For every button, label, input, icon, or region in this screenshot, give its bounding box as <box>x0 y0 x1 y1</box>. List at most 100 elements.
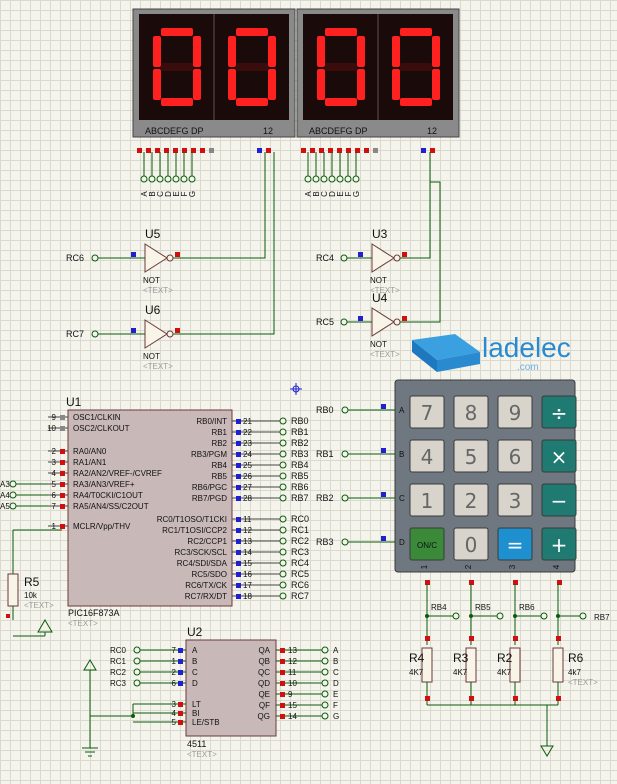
keypad-key[interactable]: ON/C <box>409 527 445 561</box>
resistor-r5[interactable]: R5 10k <TEXT> <box>6 529 62 637</box>
seven-segment-displays[interactable]: ABCDEFG DP 12A B C D E F GABCDEFG DP 12A B C D E F G <box>132 8 460 197</box>
not-gate-u4[interactable]: U4 RC5 NOT<TEXT> <box>316 291 407 359</box>
terminal-icon[interactable] <box>279 515 287 523</box>
terminal-icon[interactable] <box>279 472 287 480</box>
terminal-icon[interactable] <box>304 175 312 183</box>
keypad-key[interactable]: 1 <box>409 483 445 517</box>
not-gate-u3[interactable]: U3RC4NOT<TEXT> <box>316 227 407 295</box>
terminal-icon[interactable] <box>279 548 287 556</box>
terminal-icon[interactable] <box>172 175 180 183</box>
decoder-u2[interactable]: U2 4511 <TEXT> RC0 7 A RC1 1 B RC2 2 C RC3 6 D 3 LT 4 B… <box>82 625 339 759</box>
pin-marker <box>236 517 241 522</box>
terminal-icon[interactable] <box>91 330 99 338</box>
terminal-icon[interactable] <box>341 450 349 458</box>
terminal-icon[interactable] <box>156 175 164 183</box>
keypad-key[interactable]: − <box>541 483 577 517</box>
terminal-icon[interactable] <box>9 502 17 510</box>
key-label: 9 <box>509 401 522 425</box>
terminal-icon[interactable] <box>279 570 287 578</box>
keypad-key[interactable]: 9 <box>497 395 533 429</box>
keypad-key[interactable]: 5 <box>453 439 489 473</box>
keypad-key[interactable]: + <box>541 527 577 561</box>
terminal-icon[interactable] <box>279 526 287 534</box>
terminal-icon[interactable] <box>9 480 17 488</box>
terminal-icon[interactable] <box>279 450 287 458</box>
terminal-icon[interactable] <box>279 494 287 502</box>
keypad-key[interactable]: = <box>497 527 533 561</box>
keypad[interactable]: 7 8 9 ÷ 4 5 6 × 1 2 3 − ON/C 0 = + RB0 A RB1 B RB2 C RB3 D 1 2 3 4 <box>316 379 577 585</box>
terminal-icon[interactable] <box>279 439 287 447</box>
not-gate-icon[interactable] <box>144 243 168 273</box>
keypad-key[interactable]: 8 <box>453 395 489 429</box>
terminal-icon[interactable] <box>133 646 141 654</box>
terminal-icon[interactable] <box>279 417 287 425</box>
column-pulldown-resistors[interactable]: RB4 RB5 RB6 RB7 R4 4K7 R3 4K7 R2 4K7 R6 4k7<TEXT> <box>409 584 610 757</box>
pin-marker <box>310 148 315 153</box>
terminal-icon[interactable] <box>341 538 349 546</box>
terminal-icon[interactable] <box>279 483 287 491</box>
keypad-key[interactable]: 0 <box>453 527 489 561</box>
decoder-pin-name: QB <box>258 657 270 666</box>
r5-body[interactable] <box>7 573 19 607</box>
terminal-icon[interactable] <box>321 657 329 665</box>
terminal-icon[interactable] <box>321 679 329 687</box>
terminal-icon[interactable] <box>540 612 548 620</box>
keypad-key[interactable]: 6 <box>497 439 533 473</box>
terminal-icon[interactable] <box>133 679 141 687</box>
not-gates[interactable]: U5RC6NOT<TEXT> U6RC7NOT<TEXT> U3RC4NOT<TEX… <box>66 152 441 371</box>
display-1[interactable]: ABCDEFG DP 12A B C D E F G <box>132 8 296 197</box>
terminal-icon[interactable] <box>312 175 320 183</box>
terminal-icon[interactable] <box>279 581 287 589</box>
terminal-icon[interactable] <box>328 175 336 183</box>
not-gate-icon[interactable] <box>371 243 395 273</box>
terminal-icon[interactable] <box>496 612 504 620</box>
terminal-icon[interactable] <box>344 175 352 183</box>
display-2[interactable]: ABCDEFG DP 12A B C D E F G <box>296 8 460 197</box>
terminal-icon[interactable] <box>188 175 196 183</box>
keypad-key[interactable]: 7 <box>409 395 445 429</box>
terminal-icon[interactable] <box>340 254 348 262</box>
keypad-col-number: 2 <box>464 564 473 569</box>
terminal-icon[interactable] <box>279 559 287 567</box>
mcu-u1[interactable]: U1 9 OSC1/CLKIN 10 OSC2/CLKOUT 2 RA0/AN0 3 RA1/… <box>0 395 309 628</box>
terminal-icon[interactable] <box>321 668 329 676</box>
terminal-icon[interactable] <box>452 612 460 620</box>
not-gate-icon[interactable] <box>371 307 395 337</box>
keypad-key[interactable]: 3 <box>497 483 533 517</box>
terminal-icon[interactable] <box>336 175 344 183</box>
terminal-icon[interactable] <box>140 175 148 183</box>
terminal-icon[interactable] <box>340 318 348 326</box>
schematic-canvas[interactable]: ladelec .com ABCDEFG DP 12A B C D E F GABCDEFG … <box>0 0 617 784</box>
terminal-icon[interactable] <box>91 254 99 262</box>
keypad-key[interactable]: 4 <box>409 439 445 473</box>
keypad-key[interactable]: 2 <box>453 483 489 517</box>
terminal-icon[interactable] <box>133 657 141 665</box>
terminal-icon[interactable] <box>321 701 329 709</box>
terminal-icon[interactable] <box>148 175 156 183</box>
terminal-icon[interactable] <box>279 428 287 436</box>
not-gate-u5[interactable]: U5 RC6 NOT<TEXT> <box>66 227 180 295</box>
terminal-icon[interactable] <box>341 406 349 414</box>
terminal-icon[interactable] <box>352 175 360 183</box>
resistor-r6[interactable] <box>552 647 564 683</box>
terminal-icon[interactable] <box>9 491 17 499</box>
terminal-icon[interactable] <box>133 668 141 676</box>
keypad-key[interactable]: ÷ <box>541 395 577 429</box>
terminal-icon[interactable] <box>279 461 287 469</box>
pin-marker <box>131 328 136 333</box>
terminal-icon[interactable] <box>579 612 587 620</box>
keypad-key[interactable]: × <box>541 439 577 473</box>
not-gate-u6[interactable]: U6 RC7 NOT<TEXT> <box>66 303 180 371</box>
terminal-icon[interactable] <box>279 592 287 600</box>
pin-marker <box>280 714 285 719</box>
not-gate-icon[interactable] <box>144 319 168 349</box>
pin-marker <box>280 692 285 697</box>
terminal-icon[interactable] <box>321 712 329 720</box>
terminal-icon[interactable] <box>279 537 287 545</box>
terminal-icon[interactable] <box>320 175 328 183</box>
terminal-icon[interactable] <box>321 690 329 698</box>
terminal-icon[interactable] <box>321 646 329 654</box>
terminal-icon[interactable] <box>180 175 188 183</box>
terminal-icon[interactable] <box>341 494 349 502</box>
terminal-icon[interactable] <box>164 175 172 183</box>
